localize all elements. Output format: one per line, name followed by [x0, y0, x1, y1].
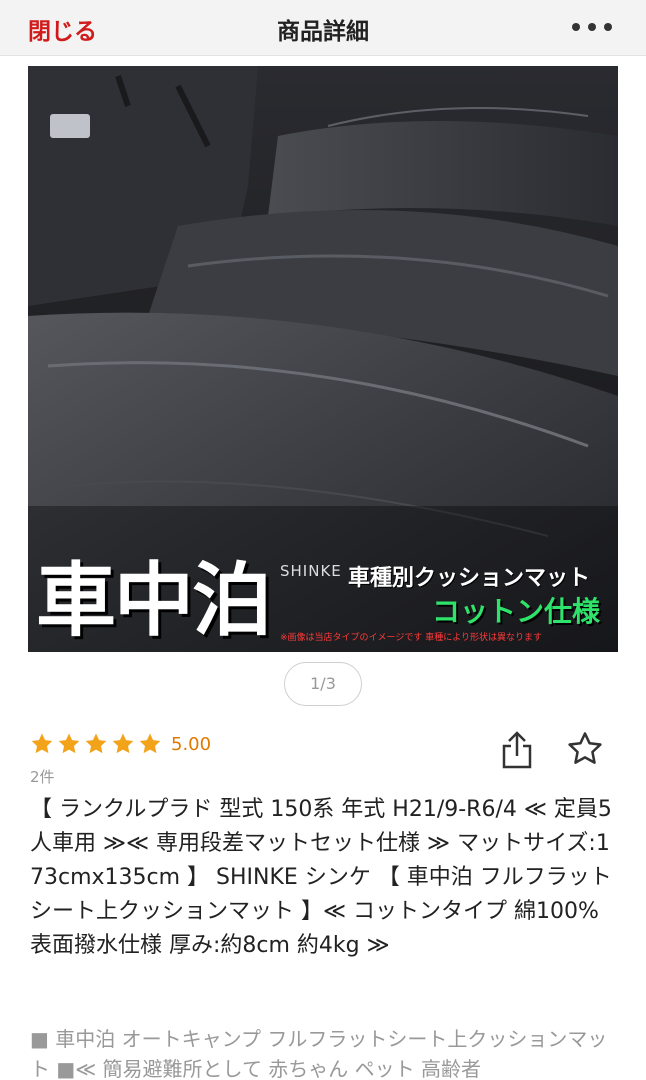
- ellipsis-icon: [588, 23, 596, 31]
- product-subtitle: 車種別クッションマット: [348, 566, 591, 591]
- review-count[interactable]: 2件: [30, 766, 55, 787]
- rating: 5.00: [30, 732, 211, 756]
- product-image[interactable]: 車中泊 SHINKE 車種別クッションマット コットン仕様 ※画像は当店タイプの…: [28, 66, 618, 652]
- product-description: ■ 車中泊 オートキャンプ フルフラットシート上クッションマット ■≪ 簡易避難…: [30, 1027, 608, 1080]
- brand-logo: SHINKE: [280, 562, 342, 580]
- star-filled-icon: [85, 733, 107, 754]
- favorite-button[interactable]: [566, 730, 604, 768]
- app-header: 閉じる 商品詳細: [0, 0, 646, 56]
- image-note: ※画像は当店タイプのイメージです 車種により形状は異なります: [280, 633, 543, 643]
- rating-value: 5.00: [171, 733, 212, 755]
- cotton-feature-label: コットン仕様: [432, 595, 601, 628]
- ellipsis-icon: [572, 23, 580, 31]
- product-title: 【 ランクルプラド 型式 150系 年式 H21/9-R6/4 ≪ 定員5人車用…: [30, 797, 612, 958]
- star-filled-icon: [58, 733, 80, 754]
- star-filled-icon: [112, 733, 134, 754]
- star-filled-icon: [139, 733, 161, 754]
- overlay-big-text: 車中泊: [36, 554, 272, 647]
- ellipsis-icon: [604, 23, 612, 31]
- star-filled-icon: [31, 733, 53, 754]
- star-rating: [30, 732, 165, 756]
- share-button[interactable]: [500, 730, 534, 770]
- page-title: 商品詳細: [277, 19, 369, 45]
- image-pager: 1/3: [284, 662, 362, 706]
- star-outline-icon: [568, 732, 602, 764]
- interior-light: [50, 114, 90, 138]
- more-options-button[interactable]: [572, 14, 612, 40]
- share-icon: [502, 731, 532, 769]
